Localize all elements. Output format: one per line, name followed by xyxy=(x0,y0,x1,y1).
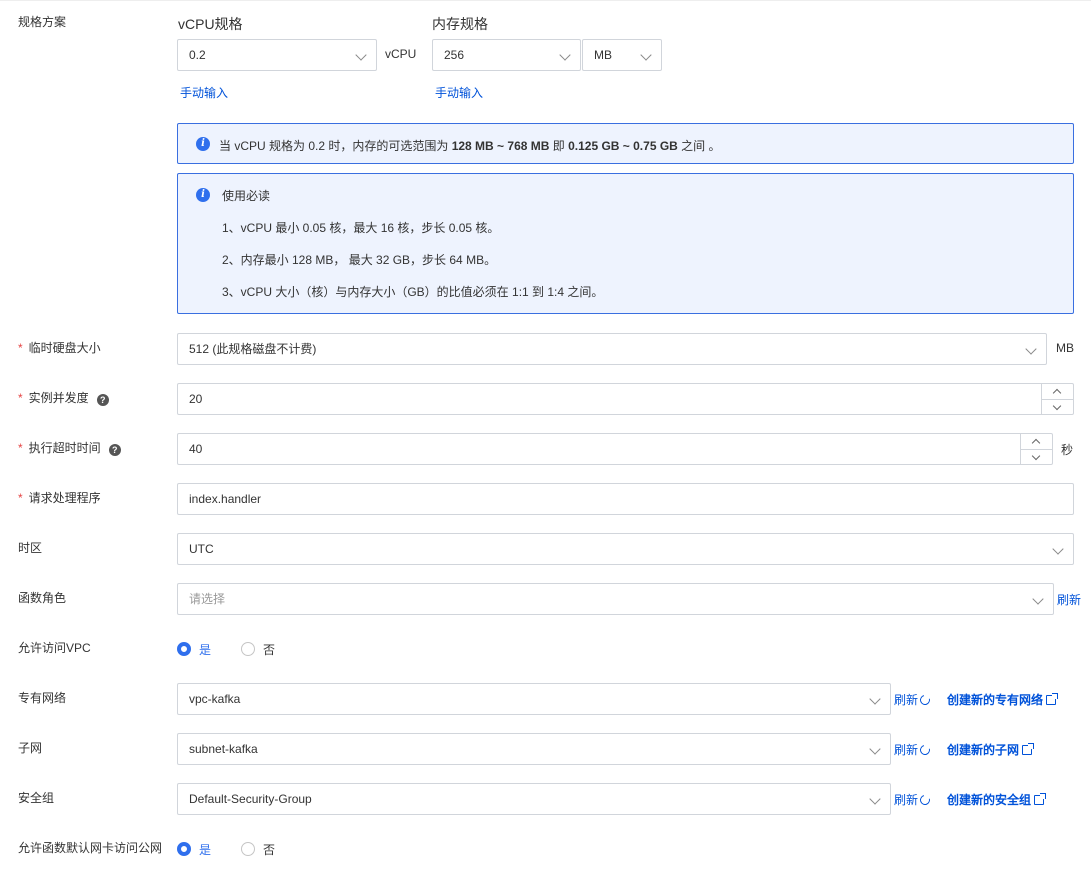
required-mark: * xyxy=(18,391,23,405)
handler-input[interactable]: index.handler xyxy=(177,483,1074,515)
role-select[interactable]: 请选择 xyxy=(177,583,1054,615)
vpc-access-label: 允许访问VPC xyxy=(18,641,91,655)
chevron-down-icon xyxy=(355,49,367,61)
arrow-up-icon xyxy=(1052,388,1062,398)
memory-value: 256 xyxy=(444,48,465,62)
memory-title: 内存规格 xyxy=(432,16,488,32)
notice-line: 3、vCPU 大小（核）与内存大小（GB）的比值必须在 1:1 到 1:4 之间… xyxy=(222,285,604,299)
create-subnet-link[interactable]: 创建新的子网 xyxy=(947,741,1035,758)
vpc-access-no-radio[interactable] xyxy=(241,642,255,656)
create-security-group-link[interactable]: 创建新的安全组 xyxy=(947,791,1047,808)
disk-unit: MB xyxy=(1056,341,1074,355)
vpc-access-yes-radio[interactable] xyxy=(177,642,191,656)
vpc-label: 专有网络 xyxy=(18,691,67,705)
subnet-label: 子网 xyxy=(18,741,43,755)
vcpu-unit: vCPU xyxy=(385,47,417,61)
memory-unit-value: MB xyxy=(594,48,612,62)
notice-line: 2、内存最小 128 MB， 最大 32 GB，步长 64 MB。 xyxy=(222,253,497,267)
increment-button[interactable] xyxy=(1021,434,1052,449)
memory-select[interactable]: 256 xyxy=(432,39,581,71)
vcpu-value: 0.2 xyxy=(189,48,206,62)
memory-unit-select[interactable]: MB xyxy=(582,39,662,71)
required-mark: * xyxy=(18,491,23,505)
role-placeholder: 请选择 xyxy=(189,592,226,606)
security-group-refresh-link[interactable]: 刷新 xyxy=(894,791,932,808)
notice-title: 使用必读 xyxy=(222,189,271,203)
chevron-down-icon xyxy=(559,49,571,61)
manual-input-mem-link[interactable]: 手动输入 xyxy=(435,84,483,101)
public-access-no-radio[interactable] xyxy=(241,842,255,856)
decrement-button[interactable] xyxy=(1042,399,1073,415)
concurrency-value: 20 xyxy=(189,392,203,406)
public-access-yes-label[interactable]: 是 xyxy=(199,841,211,858)
vpc-access-no-label[interactable]: 否 xyxy=(263,641,275,658)
external-link-icon xyxy=(1046,693,1059,705)
notice-line: 1、vCPU 最小 0.05 核，最大 16 核，步长 0.05 核。 xyxy=(222,221,500,235)
help-icon[interactable]: ? xyxy=(108,444,121,456)
info-icon: i xyxy=(196,137,210,151)
vpc-access-yes-label[interactable]: 是 xyxy=(199,641,211,658)
concurrency-stepper xyxy=(1041,384,1073,414)
concurrency-input[interactable]: 20 xyxy=(177,383,1074,415)
public-access-no-label[interactable]: 否 xyxy=(263,841,275,858)
concurrency-label: * 实例并发度? xyxy=(18,390,109,406)
decrement-button[interactable] xyxy=(1021,449,1052,465)
timeout-unit: 秒 xyxy=(1061,443,1074,457)
security-group-select[interactable]: Default-Security-Group xyxy=(177,783,891,815)
external-link-icon xyxy=(1022,743,1035,755)
external-link-icon xyxy=(1034,793,1047,805)
vpc-select[interactable]: vpc-kafka xyxy=(177,683,891,715)
chevron-down-icon xyxy=(1052,543,1064,555)
vcpu-title: vCPU规格 xyxy=(178,16,243,32)
chevron-down-icon xyxy=(1032,593,1044,605)
refresh-icon xyxy=(918,743,932,757)
subnet-value: subnet-kafka xyxy=(189,742,258,756)
chevron-down-icon xyxy=(869,743,881,755)
increment-button[interactable] xyxy=(1042,384,1073,399)
role-label: 函数角色 xyxy=(18,591,67,605)
arrow-up-icon xyxy=(1031,438,1041,448)
timeout-stepper xyxy=(1020,434,1052,464)
help-icon[interactable]: ? xyxy=(96,394,109,406)
chevron-down-icon xyxy=(869,693,881,705)
refresh-icon xyxy=(918,693,932,707)
vpc-value: vpc-kafka xyxy=(189,692,241,706)
usage-notice: i 使用必读 1、vCPU 最小 0.05 核，最大 16 核，步长 0.05 … xyxy=(177,173,1074,314)
timeout-input[interactable]: 40 xyxy=(177,433,1053,465)
disk-value: 512 (此规格磁盘不计费) xyxy=(189,342,317,356)
security-group-value: Default-Security-Group xyxy=(189,792,312,806)
handler-value: index.handler xyxy=(189,492,262,506)
role-refresh-link[interactable]: 刷新 xyxy=(1057,591,1091,608)
timeout-label: * 执行超时时间? xyxy=(18,440,121,456)
top-divider xyxy=(0,0,1091,1)
public-access-label: 允许函数默认网卡访问公网 xyxy=(18,841,163,855)
timezone-label: 时区 xyxy=(18,541,43,555)
memory-range-alert: i 当 vCPU 规格为 0.2 时，内存的可选范围为 128 MB ~ 768… xyxy=(177,123,1074,164)
spec-label: 规格方案 xyxy=(18,15,67,29)
disk-select[interactable]: 512 (此规格磁盘不计费) xyxy=(177,333,1047,365)
chevron-down-icon xyxy=(1025,343,1037,355)
handler-label: * 请求处理程序 xyxy=(18,491,101,505)
manual-input-cpu-link[interactable]: 手动输入 xyxy=(180,84,228,101)
arrow-down-icon xyxy=(1031,451,1041,461)
timezone-select[interactable]: UTC xyxy=(177,533,1074,565)
memory-range-text: 当 vCPU 规格为 0.2 时，内存的可选范围为 128 MB ~ 768 M… xyxy=(219,139,721,153)
timeout-value: 40 xyxy=(189,442,203,456)
arrow-down-icon xyxy=(1052,401,1062,411)
vcpu-select[interactable]: 0.2 xyxy=(177,39,377,71)
chevron-down-icon xyxy=(869,793,881,805)
vpc-refresh-link[interactable]: 刷新 xyxy=(894,691,932,708)
security-group-label: 安全组 xyxy=(18,791,55,805)
disk-label: * 临时硬盘大小 xyxy=(18,341,101,355)
chevron-down-icon xyxy=(640,49,652,61)
public-access-yes-radio[interactable] xyxy=(177,842,191,856)
refresh-icon xyxy=(918,793,932,807)
info-icon: i xyxy=(196,188,210,202)
subnet-refresh-link[interactable]: 刷新 xyxy=(894,741,932,758)
timezone-value: UTC xyxy=(189,542,214,556)
required-mark: * xyxy=(18,441,23,455)
required-mark: * xyxy=(18,341,23,355)
create-vpc-link[interactable]: 创建新的专有网络 xyxy=(947,691,1059,708)
subnet-select[interactable]: subnet-kafka xyxy=(177,733,891,765)
